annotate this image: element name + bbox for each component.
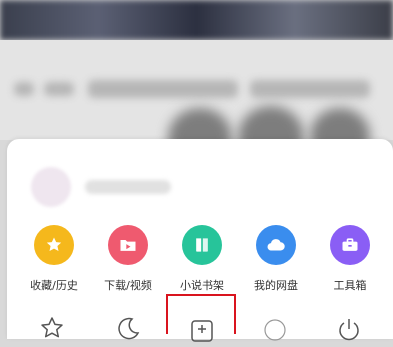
- menu-item-label: 下载/视频: [104, 279, 152, 292]
- menu-item-novel-bookshelf[interactable]: 小说书架: [165, 225, 239, 293]
- download-folder-icon: [108, 225, 148, 265]
- menu-item-cloud-drive[interactable]: 我的网盘: [239, 225, 313, 293]
- background-text: [88, 80, 238, 98]
- account-name: [85, 180, 171, 194]
- circle-icon[interactable]: [260, 313, 290, 343]
- menu-item-toolbox[interactable]: 工具箱: [313, 225, 387, 293]
- highlight-box: [166, 294, 236, 334]
- book-icon: [182, 225, 222, 265]
- menu-item-label: 工具箱: [333, 279, 367, 292]
- star-icon: [34, 225, 74, 265]
- account-row[interactable]: [31, 167, 171, 207]
- background-text: [250, 80, 370, 98]
- cloud-icon: [256, 225, 296, 265]
- menu-item-favorites-history[interactable]: 收藏/历史: [17, 225, 91, 293]
- star-outline-icon[interactable]: [37, 313, 67, 343]
- toolbox-icon: [330, 225, 370, 265]
- menu-grid: 收藏/历史 下载/视频 小说书架 我的网盘 工具箱: [7, 225, 393, 293]
- menu-item-downloads-video[interactable]: 下载/视频: [91, 225, 165, 293]
- background-image: [0, 0, 393, 40]
- moon-icon[interactable]: [113, 313, 143, 343]
- bottom-menu-sheet: 收藏/历史 下载/视频 小说书架 我的网盘 工具箱: [7, 139, 393, 342]
- menu-item-label: 收藏/历史: [30, 279, 78, 292]
- background-text: [44, 82, 74, 96]
- avatar[interactable]: [31, 167, 71, 207]
- power-icon[interactable]: [334, 313, 364, 343]
- background-text: [14, 82, 34, 96]
- menu-item-label: 小说书架: [180, 279, 224, 292]
- menu-item-label: 我的网盘: [254, 279, 298, 292]
